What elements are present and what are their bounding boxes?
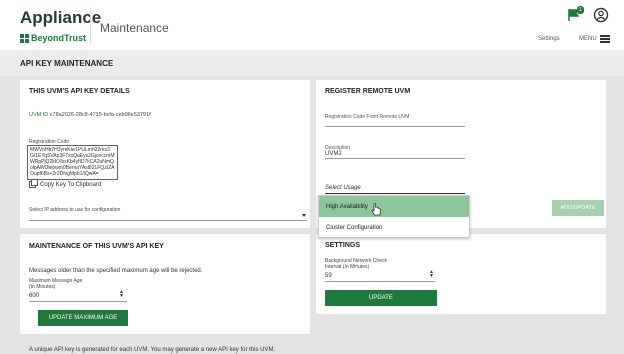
header-divider [90,8,91,44]
usage-select[interactable]: Select Usage [325,185,361,191]
network-check-interval-input[interactable]: 59 [325,273,332,279]
page-section-title: Maintenance [100,21,169,35]
max-age-label: Maximum Message Age (In Minutes) [29,278,83,290]
update-settings-button[interactable]: UPDATE [325,290,437,306]
max-age-stepper-icon[interactable]: ▲ ▼ [119,290,124,299]
hamburger-icon [599,35,610,43]
usage-select-underline [325,193,465,194]
usage-option-cluster-configuration[interactable]: Cluster Configuration [319,217,469,238]
description-input[interactable]: UVM2 [325,151,342,157]
user-icon[interactable] [593,7,609,23]
interval-stepper-icon[interactable]: ▲ ▼ [429,270,434,279]
register-remote-title: REGISTER REMOTE UVM [325,88,411,95]
copy-key-button[interactable]: Copy Key To Clipboard [29,179,102,188]
copy-key-label: Copy Key To Clipboard [40,181,102,188]
settings-link[interactable]: Settings [538,36,560,42]
interval-underline [325,281,435,282]
copy-icon [29,179,38,188]
beyondtrust-logo-icon [20,33,29,43]
usage-option-high-availability[interactable]: High Availability [319,196,469,217]
network-check-interval-label: Background Network Check Interval (In Mi… [325,258,387,270]
uvm-id-label: UVM ID [29,112,49,118]
uvm-id: UVM ID c78a2026-28c8-4715-bcfa-ceb96e537… [29,112,151,118]
page-title: API KEY MAINTENANCE [20,59,114,68]
update-max-age-button[interactable]: UPDATE MAXIMUM AGE [38,310,128,326]
add-update-button[interactable]: ADD/UPDATE [552,200,604,216]
description-underline [325,158,465,159]
ip-select-chevron-down-icon [302,214,306,217]
notification-badge: 1 [577,6,584,14]
max-age-underline [29,301,127,302]
api-key-details-title: THIS UVM'S API KEY DETAILS [29,88,130,95]
ip-address-select[interactable] [29,215,307,221]
ip-select-label: Select IP address to use for configurati… [29,207,121,213]
settings-title: SETTINGS [325,242,361,249]
brand-name: BeyondTrust [31,33,87,43]
menu-button[interactable]: MENU [579,35,610,43]
remote-registration-code-input[interactable] [325,126,465,127]
menu-label: MENU [579,35,597,42]
uvm-id-value: c78a2026-28c8-4715-bcfa-ceb96e53791f [49,112,151,118]
max-age-description: Messages older than the specified maximu… [29,268,203,274]
usage-dropdown-menu: High Availability Cluster Configuration [318,195,470,238]
max-age-input[interactable]: 600 [29,293,39,299]
maintenance-title: MAINTENANCE OF THIS UVM'S API KEY [29,243,164,250]
hand-pointer-cursor-icon [371,203,381,216]
api-key-footer-note: A unique API key is generated for each U… [29,347,276,353]
registration-code-value[interactable]: MWVnHb7H3ymKiw1PULmh22rks3G/1EYqSVAp3F7x… [27,145,118,180]
brand-logo: BeyondTrust [20,33,86,43]
remote-registration-code-label: Registration Code From Remote UVM [325,114,410,120]
